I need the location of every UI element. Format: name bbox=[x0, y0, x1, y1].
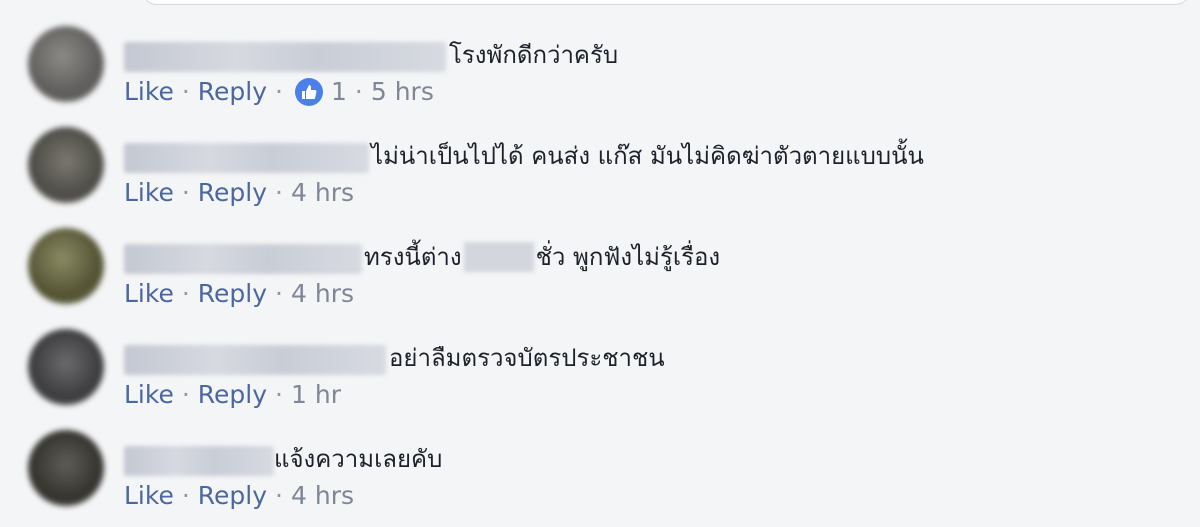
comment-time[interactable]: 1 hr bbox=[291, 380, 341, 410]
comment-time[interactable]: 4 hrs bbox=[291, 178, 354, 208]
comment-text: ทรงนี้ต่าง ชั่ว พูกฟังไม่รู้เรื่อง bbox=[364, 242, 721, 272]
like-link[interactable]: Like bbox=[124, 279, 174, 309]
commenter-name[interactable] bbox=[124, 345, 386, 375]
comment-actions: Like · Reply · 1 · 5 hrs bbox=[124, 77, 434, 107]
avatar[interactable] bbox=[28, 26, 104, 102]
avatar[interactable] bbox=[28, 430, 104, 506]
comment-item: ทรงนี้ต่าง ชั่ว พูกฟังไม่รู้เรื่อง Like ·… bbox=[0, 224, 1200, 325]
comment-item: แจ้งความเลยคับ Like · Reply · 4 hrs bbox=[0, 426, 1200, 527]
comment-input-box[interactable] bbox=[140, 0, 1192, 5]
reply-link[interactable]: Reply bbox=[198, 481, 267, 511]
comment-item: อย่าลืมตรวจบัตรประชาชน Like · Reply · 1 … bbox=[0, 325, 1200, 426]
reply-link[interactable]: Reply bbox=[198, 380, 267, 410]
reply-link[interactable]: Reply bbox=[198, 77, 267, 107]
like-link[interactable]: Like bbox=[124, 481, 174, 511]
commenter-name[interactable] bbox=[124, 42, 446, 72]
avatar[interactable] bbox=[28, 127, 104, 203]
comment-item: โรงพักดีกว่าครับ Like · Reply · 1 · 5 hr… bbox=[0, 22, 1200, 123]
comment-actions: Like · Reply · 4 hrs bbox=[124, 279, 355, 309]
comment-actions: Like · Reply · 4 hrs bbox=[124, 481, 355, 511]
reply-link[interactable]: Reply bbox=[198, 279, 267, 309]
comment-text: โรงพักดีกว่าครับ bbox=[449, 41, 619, 69]
commenter-name[interactable] bbox=[124, 143, 369, 173]
avatar[interactable] bbox=[28, 329, 104, 405]
like-link[interactable]: Like bbox=[124, 380, 174, 410]
avatar[interactable] bbox=[28, 228, 104, 304]
comment-time[interactable]: 4 hrs bbox=[291, 481, 354, 511]
commenter-name[interactable] bbox=[124, 244, 362, 274]
comment-time[interactable]: 5 hrs bbox=[371, 77, 434, 107]
comment-item: ไม่น่าเป็นไปได้ คนส่ง แก๊ส มันไม่คิดฆ่าต… bbox=[0, 123, 1200, 224]
comment-actions: Like · Reply · 4 hrs bbox=[124, 178, 355, 208]
comment-text: อย่าลืมตรวจบัตรประชาชน bbox=[389, 344, 665, 372]
comment-time[interactable]: 4 hrs bbox=[291, 279, 354, 309]
like-link[interactable]: Like bbox=[124, 178, 174, 208]
reply-link[interactable]: Reply bbox=[198, 178, 267, 208]
reaction-count[interactable]: 1 bbox=[331, 77, 347, 107]
redacted-word bbox=[463, 242, 534, 272]
comment-text: ไม่น่าเป็นไปได้ คนส่ง แก๊ส มันไม่คิดฆ่าต… bbox=[371, 142, 924, 170]
like-link[interactable]: Like bbox=[124, 77, 174, 107]
thumbs-up-icon[interactable] bbox=[295, 78, 323, 106]
comment-actions: Like · Reply · 1 hr bbox=[124, 380, 341, 410]
comment-text: แจ้งความเลยคับ bbox=[274, 445, 443, 473]
commenter-name[interactable] bbox=[124, 446, 274, 476]
